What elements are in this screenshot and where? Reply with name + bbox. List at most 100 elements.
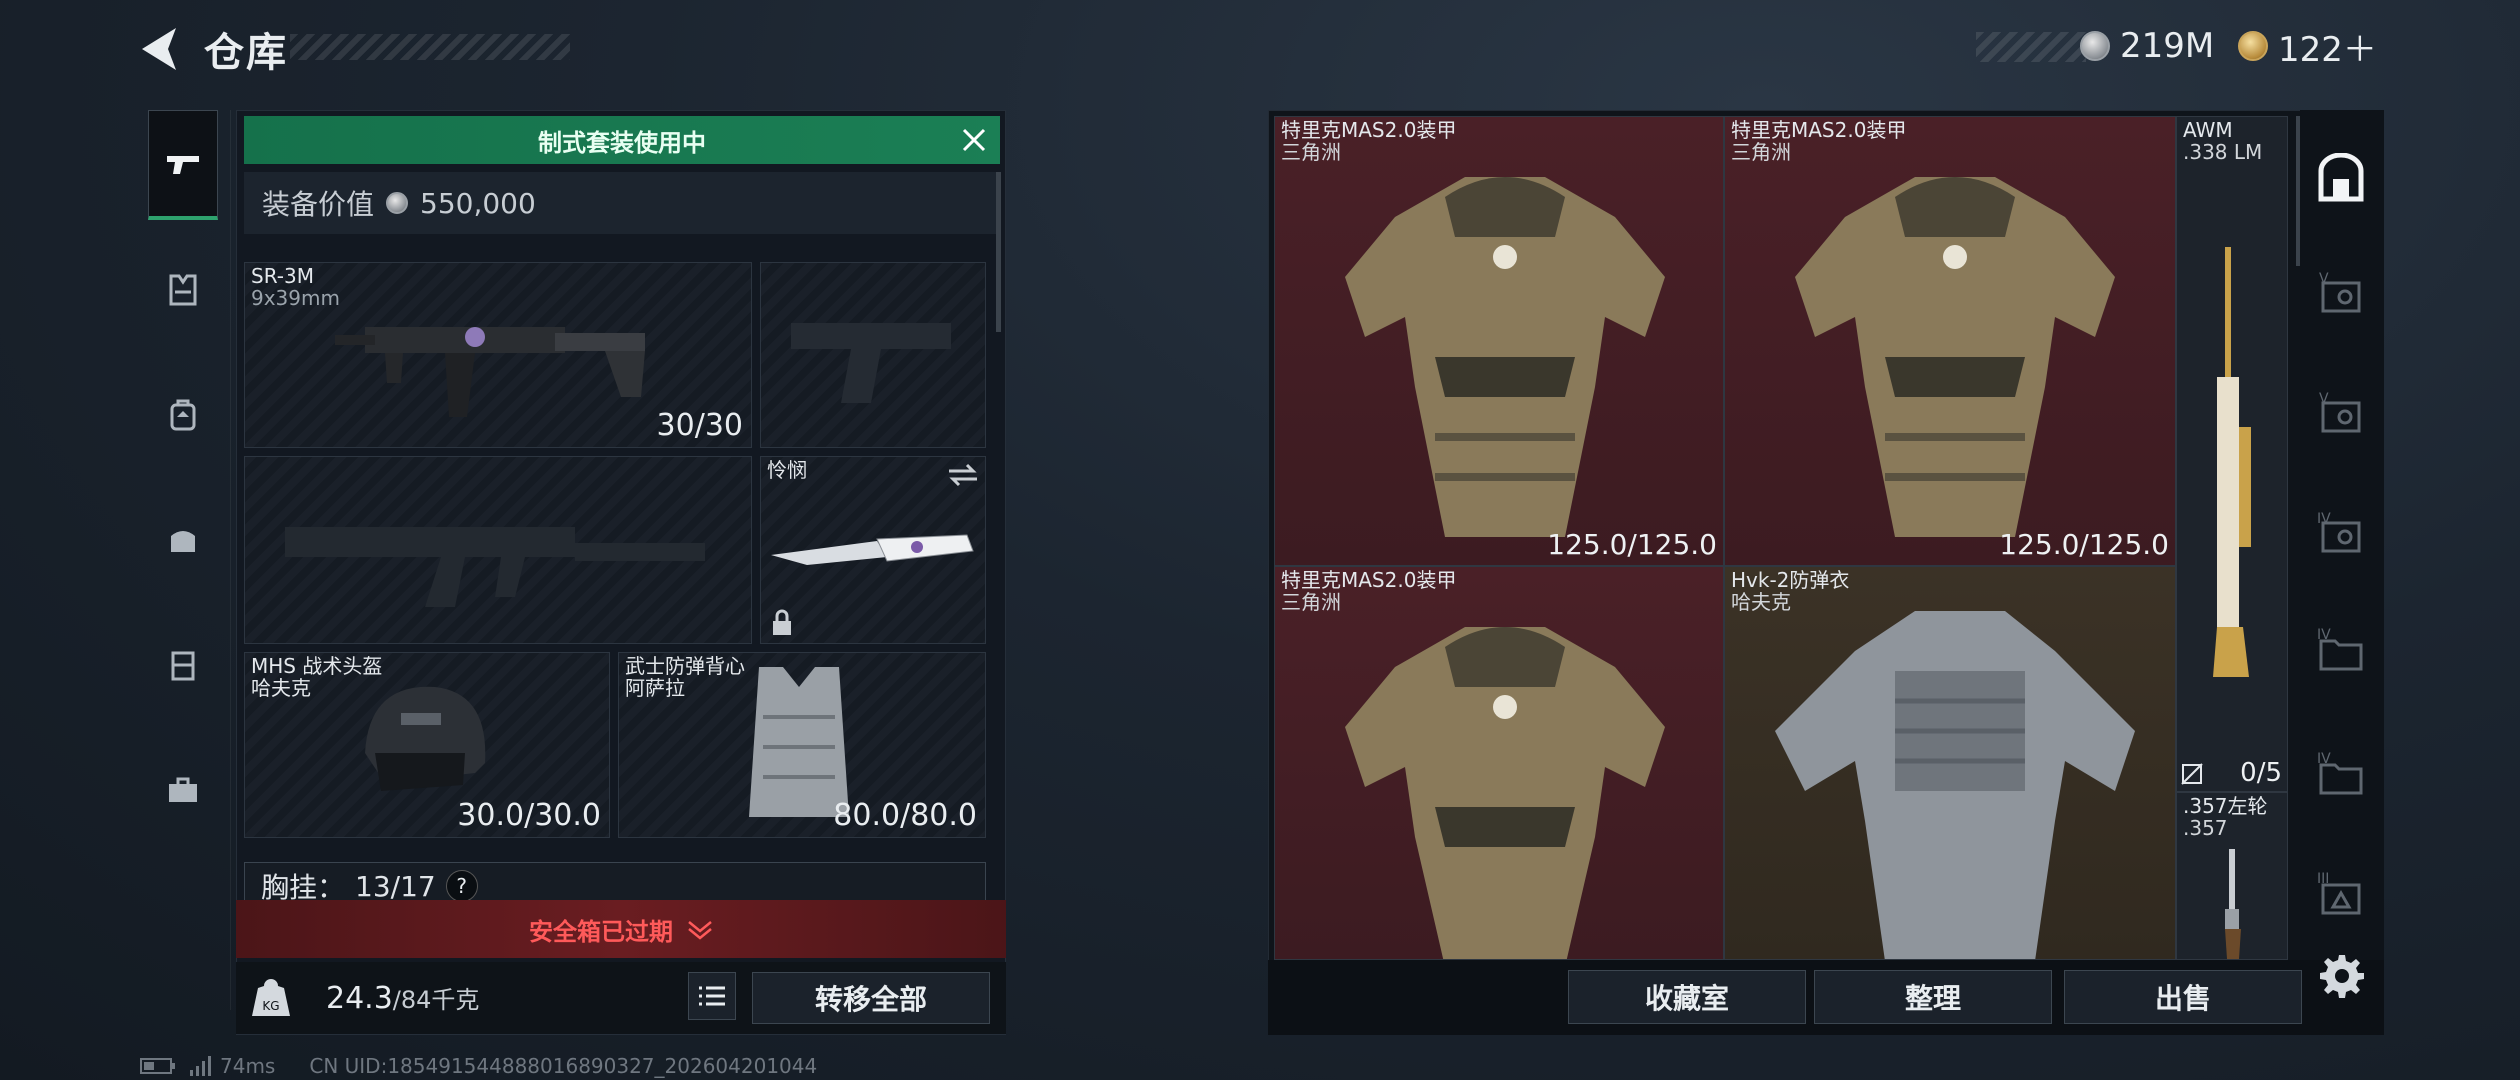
svg-text:IV: IV <box>2317 511 2331 527</box>
currency-decoration <box>1976 32 2086 62</box>
weapon-name: SR-3M <box>251 264 314 288</box>
tab-container[interactable] <box>148 610 218 720</box>
armor-durability: 80.0/80.0 <box>833 798 977 833</box>
primary-weapon-slot[interactable]: SR-3M 9x39mm 30/30 <box>244 262 752 448</box>
tab-toolbox[interactable] <box>148 735 218 845</box>
melee-name: 怜悯 <box>767 458 807 482</box>
equipment-value-row: 装备价值 550,000 <box>244 172 996 234</box>
sell-button[interactable]: 出售 <box>2064 970 2302 1024</box>
item-name: .357左轮 <box>2183 794 2268 818</box>
revolver-image <box>2225 849 2241 959</box>
armor-slot[interactable]: 武士防弹背心 阿萨拉 80.0/80.0 <box>618 652 986 838</box>
tab-storage-iv-2[interactable]: IV <box>2310 620 2372 682</box>
page-title: 仓库 <box>204 30 288 76</box>
gold-coin-icon <box>2238 31 2268 61</box>
svg-text:KG: KG <box>262 999 279 1013</box>
carry-weight-current: 24.3 <box>326 981 393 1016</box>
tab-storage-v-2[interactable]: V <box>2310 384 2372 446</box>
loadout-scrollbar[interactable] <box>996 172 1001 332</box>
item-durability: 125.0/125.0 <box>1547 528 1717 561</box>
sort-button[interactable]: 整理 <box>1814 970 2052 1024</box>
helmet-slot[interactable]: MHS 战术头盔 哈夫克 30.0/30.0 <box>244 652 610 838</box>
sniper-rifle-image <box>2213 247 2251 677</box>
safe-box-icon: V <box>2319 271 2361 313</box>
tab-storage-iv-1[interactable]: IV <box>2310 504 2372 566</box>
item-durability: 125.0/125.0 <box>1999 528 2169 561</box>
safe-box-expired-bar[interactable]: 安全箱已过期 <box>236 900 1006 958</box>
storage-item-count: 0/5 <box>2176 756 2288 792</box>
transfer-all-button[interactable]: 转移全部 <box>752 972 990 1024</box>
silver-amount: 219M <box>2120 26 2215 66</box>
no-stack-icon <box>2181 763 2203 785</box>
helmet-maker: 哈夫克 <box>251 676 311 700</box>
help-icon[interactable]: ? <box>445 870 478 902</box>
tab-all-storage[interactable] <box>2310 148 2372 210</box>
title-decoration <box>290 34 570 60</box>
lock-icon <box>773 609 791 635</box>
tab-chest-rig[interactable] <box>148 235 218 345</box>
tab-pouch[interactable] <box>148 485 218 595</box>
svg-text:V: V <box>2319 391 2329 407</box>
silver-currency[interactable]: 219M <box>2080 24 2214 68</box>
close-icon[interactable] <box>960 126 988 154</box>
equipment-value-label: 装备价值 <box>262 188 375 221</box>
preset-banner-text: 制式套装使用中 <box>538 128 706 157</box>
backpack-icon <box>170 399 196 431</box>
storage-item-armor-3[interactable]: 特里克MAS2.0装甲 三角洲 <box>1274 566 1724 960</box>
safe-box-expired-text: 安全箱已过期 <box>529 917 673 946</box>
weight-icon: KG <box>252 979 290 1016</box>
swap-icon[interactable] <box>947 463 979 487</box>
silver-coin-icon <box>386 192 409 214</box>
item-name: AWM <box>2183 118 2233 142</box>
storage-item-armor-1[interactable]: 特里克MAS2.0装甲 三角洲 125.0/125.0 <box>1274 116 1724 566</box>
chest-rig-capacity: 13/17 <box>355 869 436 903</box>
container-icon <box>171 651 195 681</box>
gold-amount: 122＋ <box>2278 29 2377 70</box>
list-view-button[interactable] <box>688 972 736 1020</box>
armor-maker: 阿萨拉 <box>625 676 685 700</box>
carry-weight: 24.3/84千克 <box>326 980 479 1016</box>
armor-image <box>1775 611 2135 959</box>
pistol-icon <box>167 155 199 174</box>
carry-weight-max: /84千克 <box>392 986 480 1014</box>
item-count: 0/5 <box>2240 758 2282 788</box>
gold-currency[interactable]: 122＋ <box>2238 24 2377 70</box>
storage-item-hvk2[interactable]: Hvk-2防弹衣 哈夫克 <box>1724 566 2176 960</box>
tab-weapons[interactable] <box>148 110 218 220</box>
secondary-weapon-slot[interactable] <box>244 456 752 644</box>
weapon-durability: 30/30 <box>656 408 743 443</box>
chest-rig-icon <box>169 274 197 306</box>
pouch-icon <box>171 531 195 552</box>
signal-icon <box>190 1056 211 1076</box>
connection-status: 74ms <box>140 1054 275 1078</box>
back-arrow-icon[interactable] <box>136 24 182 74</box>
rifle-image <box>335 327 645 417</box>
tab-storage-iv-3[interactable]: IV <box>2310 744 2372 806</box>
rifle-placeholder-icon <box>285 527 705 607</box>
melee-slot[interactable]: 怜悯 <box>760 456 986 644</box>
item-name: Hvk-2防弹衣 <box>1731 568 1850 592</box>
sidearm-slot[interactable] <box>760 262 986 448</box>
armor-image <box>1795 177 2115 537</box>
status-bar: 74ms CN UID:18549154488801689032​7_20260… <box>140 1054 817 1078</box>
ping-value: 74ms <box>220 1054 276 1078</box>
tab-storage-v-1[interactable]: V <box>2310 264 2372 326</box>
folder-icon: IV <box>2317 751 2363 795</box>
safe-box-icon: IV <box>2317 511 2361 553</box>
tab-backpack[interactable] <box>148 360 218 470</box>
storage-item-revolver[interactable]: .357左轮 .357 <box>2176 792 2288 960</box>
knife-image <box>771 534 974 565</box>
armor-image <box>1345 177 1665 537</box>
box-icon: III <box>2317 871 2361 915</box>
gear-icon[interactable] <box>2318 952 2366 1000</box>
svg-text:V: V <box>2319 271 2329 287</box>
armor-image <box>1345 627 1665 959</box>
battery-icon <box>140 1058 175 1074</box>
storage-item-armor-2[interactable]: 特里克MAS2.0装甲 三角洲 125.0/125.0 <box>1724 116 2176 566</box>
storage-item-awm[interactable]: AWM .338 LM <box>2176 116 2288 792</box>
loadout-category-tabs <box>138 110 231 1010</box>
collection-room-button[interactable]: 收藏室 <box>1568 970 1806 1024</box>
toolbox-icon <box>169 777 197 802</box>
tab-storage-iii[interactable]: III <box>2310 864 2372 926</box>
user-id: CN UID:18549154488801689032​7_2026042010… <box>309 1054 818 1078</box>
